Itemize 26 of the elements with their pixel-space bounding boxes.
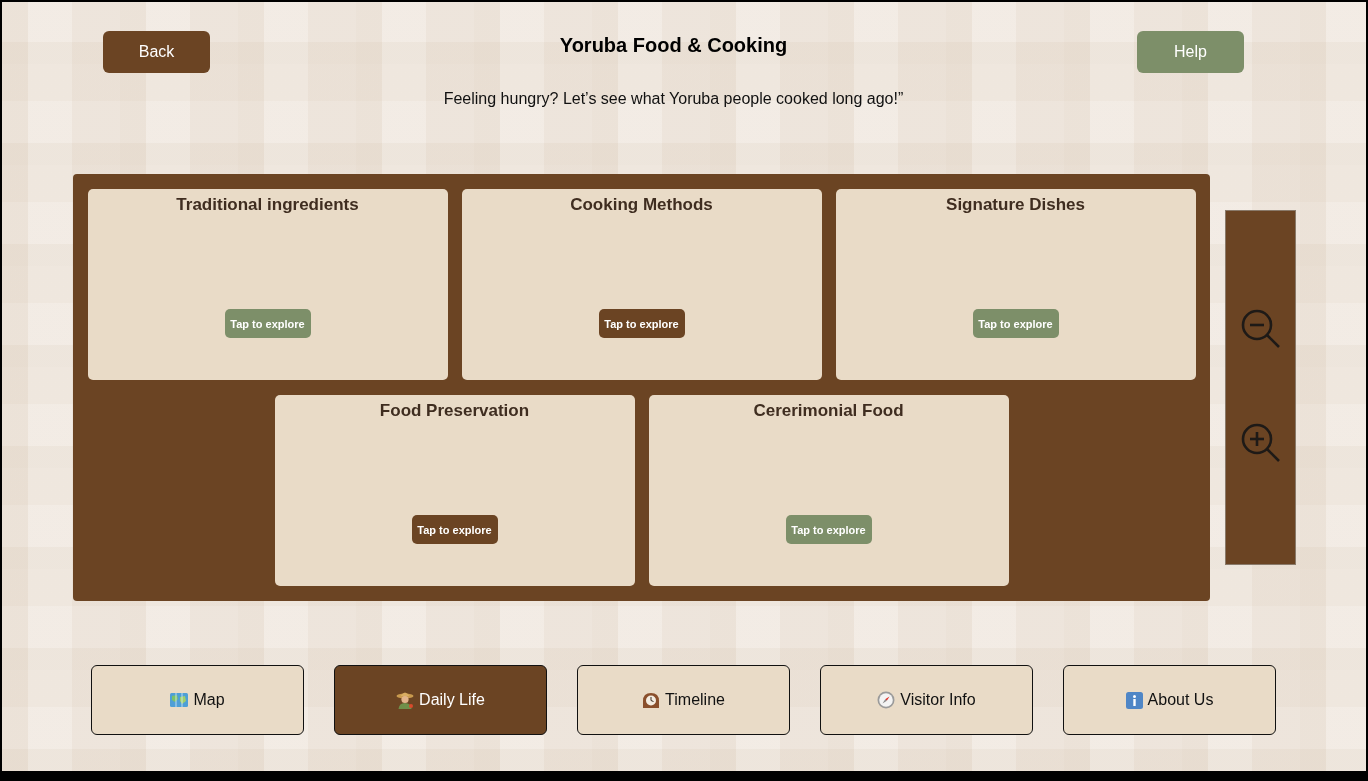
explore-button[interactable]: Tap to explore: [411, 515, 498, 544]
explore-button[interactable]: Tap to explore: [224, 309, 311, 338]
map-icon: [170, 692, 189, 708]
explore-button[interactable]: Tap to explore: [972, 309, 1059, 338]
nav-tab[interactable]: Visitor Info: [820, 665, 1033, 735]
compass-icon: [877, 691, 896, 709]
page-subtitle: Feeling hungry? Let’s see what Yoruba people cooked long ago!”: [443, 89, 904, 109]
card-title: Signature Dishes: [946, 195, 1085, 215]
card-title: Cooking Methods: [570, 195, 713, 215]
back-button[interactable]: Back: [103, 31, 210, 73]
card-title: Food Preservation: [379, 401, 530, 421]
nav-tab[interactable]: Daily Life: [334, 665, 547, 735]
card-title: Cererimonial Food: [753, 401, 904, 421]
explore-button[interactable]: Tap to explore: [598, 309, 685, 338]
zoom-in-icon[interactable]: [1240, 422, 1281, 463]
card-title: Traditional ingredients: [176, 195, 359, 215]
help-button[interactable]: Help: [1137, 31, 1244, 73]
nav-tab[interactable]: Timeline: [577, 665, 790, 735]
nav-tab[interactable]: About Us: [1063, 665, 1276, 735]
explore-button[interactable]: Tap to explore: [785, 515, 872, 544]
zoom-out-icon[interactable]: [1240, 308, 1281, 349]
nav-tab[interactable]: Map: [91, 665, 304, 735]
info-icon: [1125, 691, 1143, 709]
page-title: Yoruba Food & Cooking: [559, 33, 788, 57]
clock-icon: [642, 692, 661, 708]
person-with-hat-icon: [396, 691, 415, 709]
